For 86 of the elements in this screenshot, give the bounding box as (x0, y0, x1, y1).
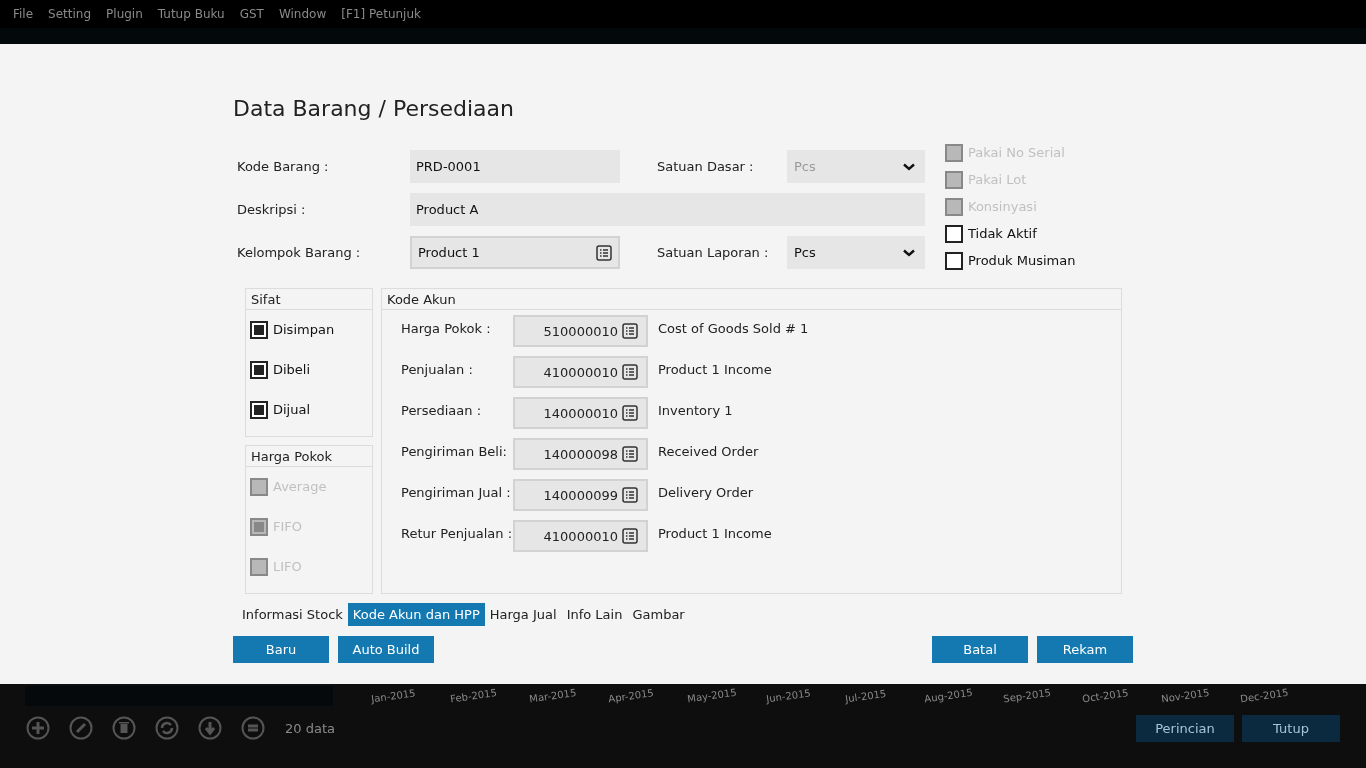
field-label: Pengiriman Jual : (401, 484, 512, 500)
axis-label: Aug-2015 (923, 685, 975, 705)
checkbox[interactable] (250, 360, 268, 379)
chevron-down-icon (903, 162, 915, 171)
checkbox[interactable] (945, 251, 963, 270)
menu-item[interactable]: Window (278, 7, 327, 21)
list-icon (622, 405, 638, 421)
field-label: Retur Penjualan : (401, 525, 513, 541)
field-label: Satuan Laporan : (656, 245, 770, 260)
text-field[interactable]: Product A (410, 193, 925, 226)
list-icon (622, 528, 638, 544)
list-icon (622, 364, 638, 380)
button[interactable]: Batal (932, 636, 1028, 663)
tab[interactable]: Info Lain (561, 603, 628, 626)
field-label: Penjualan : (401, 361, 474, 377)
button[interactable]: Tutup (1242, 714, 1340, 742)
field-label: Kelompok Barang : (236, 245, 362, 260)
button[interactable]: Baru (233, 636, 329, 663)
field-label: Persediaan : (401, 402, 483, 418)
axis-label: Dec-2015 (1239, 685, 1291, 705)
checkbox[interactable] (250, 400, 268, 419)
plus-icon[interactable] (26, 716, 50, 740)
dropdown[interactable]: Pcs (787, 236, 925, 269)
menu-item[interactable]: [F1] Petunjuk (341, 7, 421, 21)
lookup-field[interactable]: 510000010 (513, 315, 648, 347)
lookup-field[interactable]: 140000010 (513, 397, 648, 429)
lookup-field[interactable]: 410000010 (513, 356, 648, 388)
field-label: Harga Pokok : (401, 320, 492, 336)
account-name: Product 1 Income (658, 361, 772, 377)
list-icon (596, 244, 612, 261)
axis-label: Mar-2015 (528, 685, 578, 705)
pencil-icon[interactable] (69, 716, 93, 740)
axis-label: Jan-2015 (370, 686, 418, 705)
tab[interactable]: Harga Jual (484, 603, 562, 626)
checkbox-label: Tidak Aktif (968, 226, 1037, 241)
refresh-icon[interactable] (155, 716, 179, 740)
button[interactable]: Rekam (1037, 636, 1133, 663)
menu-item[interactable]: GST (239, 7, 264, 21)
menu-item[interactable]: File (13, 7, 34, 21)
group-title: Kode Akun (382, 289, 1121, 310)
axis-label: May-2015 (686, 685, 739, 705)
list-icon (622, 487, 638, 503)
field-label: Kode Barang : (236, 159, 330, 174)
account-name: Received Order (658, 443, 759, 459)
lookup-field[interactable]: Product 1 (410, 236, 620, 269)
menu-item[interactable]: Plugin (106, 7, 143, 21)
group-title: Harga Pokok (246, 446, 372, 467)
checkbox[interactable] (250, 320, 268, 339)
menu-item[interactable]: Setting (48, 7, 92, 21)
axis-label: Sep-2015 (1002, 685, 1053, 705)
tab[interactable]: Informasi Stock (237, 603, 348, 626)
axis-label: Apr-2015 (607, 686, 656, 705)
chevron-down-icon (903, 248, 915, 257)
axis-label: Feb-2015 (449, 686, 499, 705)
arrow-down-icon[interactable] (198, 716, 222, 740)
axis-label: Nov-2015 (1160, 685, 1211, 705)
lookup-field[interactable]: 410000010 (513, 520, 648, 552)
lookup-field[interactable]: 140000099 (513, 479, 648, 511)
dialog-title: Data Barang / Persediaan (233, 96, 515, 123)
tab[interactable]: Kode Akun dan HPP (347, 603, 485, 626)
field-label: Pengiriman Beli: (401, 443, 508, 459)
list-icon (622, 323, 638, 339)
button[interactable]: Auto Build (338, 636, 434, 663)
group-title: Sifat (246, 289, 372, 310)
checkbox-label: Dibeli (273, 362, 311, 377)
trash-icon[interactable] (112, 716, 136, 740)
checkbox-label: Dijual (273, 402, 311, 417)
field-label: Deskripsi : (236, 202, 307, 217)
record-count: 20 data (285, 720, 335, 736)
tab[interactable]: Gambar (627, 603, 690, 626)
lookup-field[interactable]: 140000098 (513, 438, 648, 470)
account-name: Product 1 Income (658, 525, 772, 541)
axis-label: Jul-2015 (844, 686, 888, 705)
axis-label: Jun-2015 (765, 686, 813, 705)
button[interactable]: Perincian (1136, 714, 1234, 742)
account-name: Delivery Order (658, 484, 754, 500)
account-name: Inventory 1 (658, 402, 733, 418)
menu-item[interactable]: Tutup Buku (157, 7, 225, 21)
field-label: Satuan Dasar : (656, 159, 755, 174)
list-icon (622, 446, 638, 462)
checkbox[interactable] (945, 224, 963, 243)
text-field[interactable]: PRD-0001 (410, 150, 620, 183)
checkbox-label: Disimpan (273, 322, 335, 337)
checkbox-label: Produk Musiman (968, 253, 1076, 268)
axis-label: Oct-2015 (1081, 686, 1131, 705)
account-name: Cost of Goods Sold # 1 (658, 320, 809, 336)
